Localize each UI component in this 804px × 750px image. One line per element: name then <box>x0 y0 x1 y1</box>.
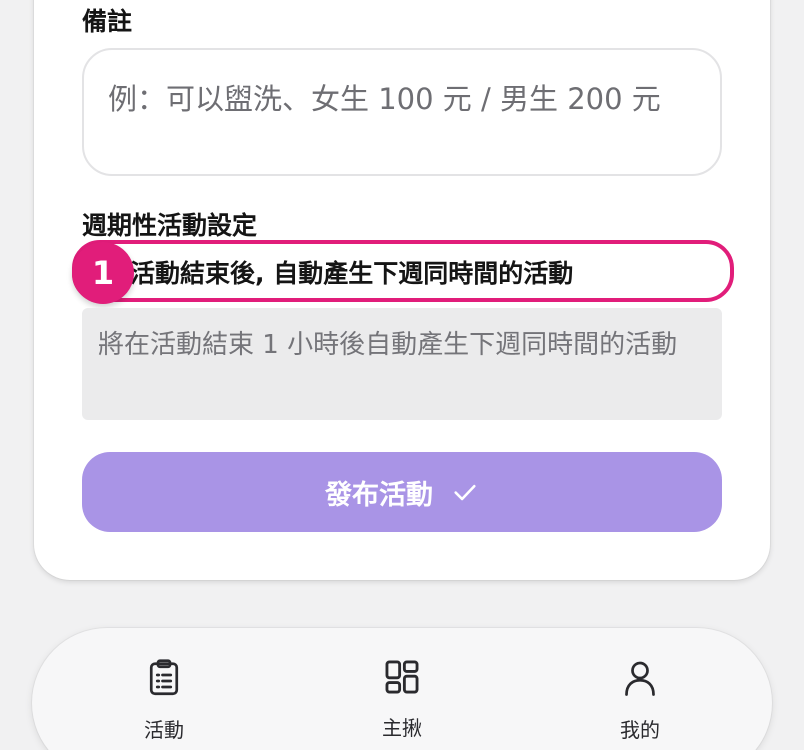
publish-button-label: 發布活動 <box>325 479 433 511</box>
tab-host[interactable]: 主揪 <box>342 658 462 741</box>
recurring-hint: 將在活動結束 1 小時後自動產生下週同時間的活動 <box>82 308 722 420</box>
notes-label: 備註 <box>82 7 133 36</box>
annotation-step-badge: 1 <box>72 242 134 304</box>
grid-icon <box>383 658 421 696</box>
check-icon <box>451 478 479 506</box>
tab-host-label: 主揪 <box>382 716 422 740</box>
annotation-highlight <box>72 240 734 302</box>
resize-grip-icon[interactable] <box>710 164 716 170</box>
tab-profile[interactable]: 我的 <box>580 658 700 743</box>
bottom-tab-bar: 活動 主揪 我的 <box>32 628 772 750</box>
recurring-settings-label: 週期性活動設定 <box>82 211 258 240</box>
publish-button[interactable]: 發布活動 <box>82 452 722 532</box>
notes-textarea[interactable]: 例：可以盥洗、女生 100 元 / 男生 200 元 <box>82 48 722 176</box>
tab-profile-label: 我的 <box>620 718 660 742</box>
recurring-hint-text: 將在活動結束 1 小時後自動產生下週同時間的活動 <box>98 330 678 360</box>
clipboard-list-icon <box>146 658 182 698</box>
user-icon <box>622 658 658 698</box>
tab-activities-label: 活動 <box>144 718 184 742</box>
notes-placeholder: 例：可以盥洗、女生 100 元 / 男生 200 元 <box>108 82 661 116</box>
tab-activities[interactable]: 活動 <box>104 658 224 743</box>
